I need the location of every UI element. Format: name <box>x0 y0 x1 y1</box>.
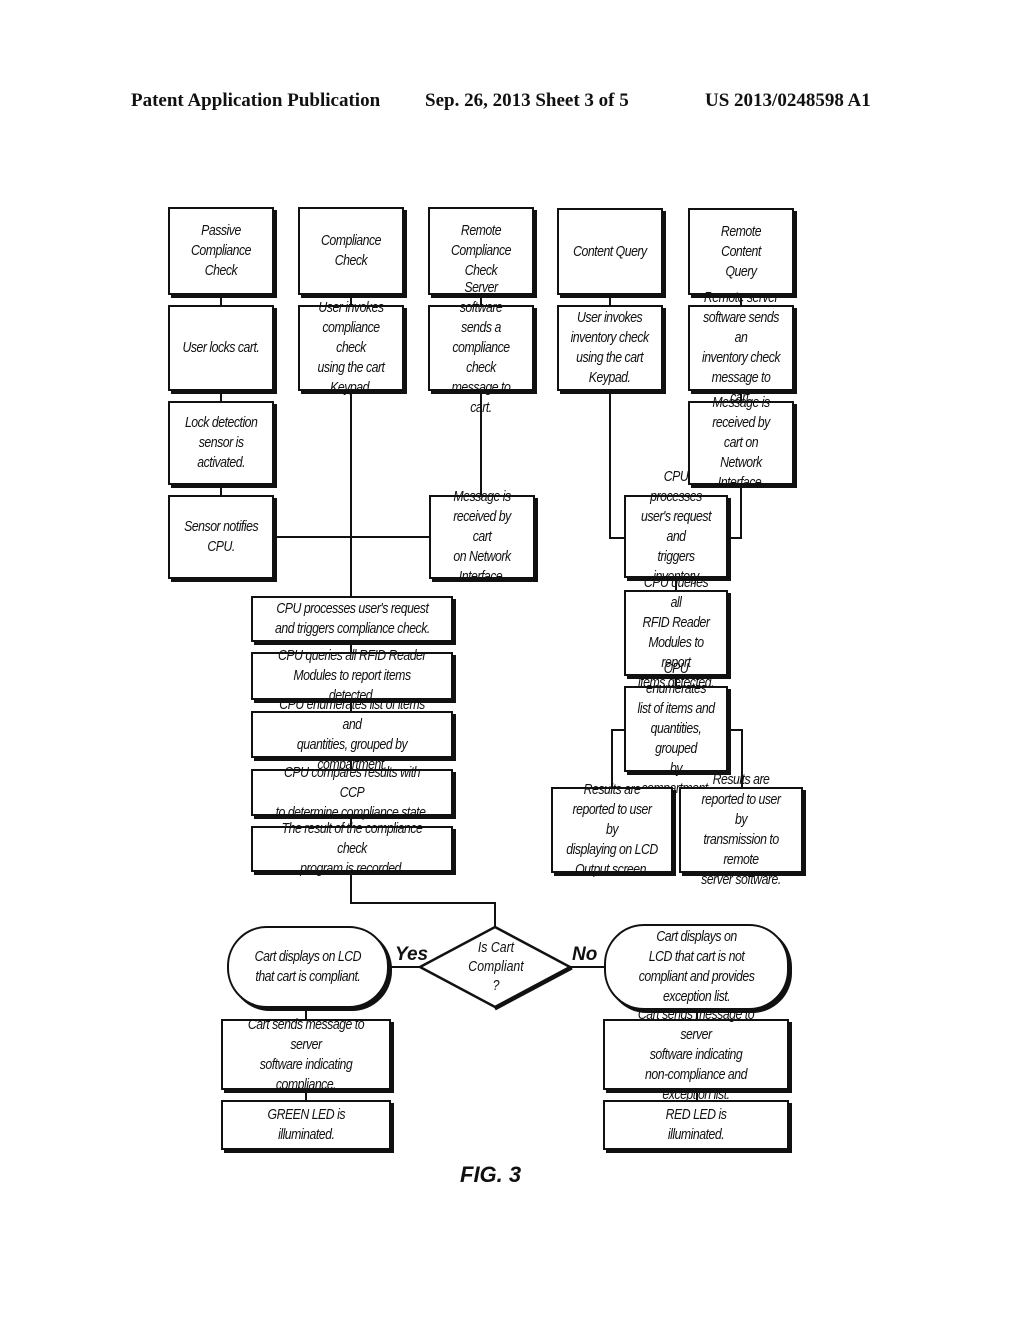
result-recorded-box: The result of the compliance check progr… <box>251 820 453 877</box>
connector-lines <box>220 294 743 1100</box>
results-lcd-box: Results are reported to user by displayi… <box>551 781 673 878</box>
connector <box>350 872 496 927</box>
cpu-compares-ccp-box: CPU compares results with CCP to determi… <box>251 764 453 821</box>
cpu-queries-rfid-box: CPU queries all RFID Reader Modules to r… <box>251 647 453 704</box>
cpu-enumerates-inventory-box: CPU enumerates list of items and quantit… <box>624 660 728 797</box>
compliance-check-box: Compliance Check <box>298 207 404 295</box>
cpu-processes-compliance-box: CPU processes user's request and trigger… <box>251 596 453 642</box>
cart-noncompliant-display-terminal: Cart displays on LCD that cart is not co… <box>604 924 789 1010</box>
cpu-enumerates-box: CPU enumerates list of items and quantit… <box>251 696 453 773</box>
cpu-processes-inventory-box: CPU processes user's request and trigger… <box>624 468 728 605</box>
sensor-notifies-cpu-box: Sensor notifies CPU. <box>168 495 274 579</box>
user-locks-cart-box: User locks cart. <box>168 305 274 391</box>
content-query-box: Content Query <box>557 208 663 295</box>
send-noncompliance-message-box: Cart sends message to server software in… <box>603 1006 789 1103</box>
red-led-box: RED LED is illuminated. <box>603 1100 789 1150</box>
user-invokes-compliance-box: User invokes compliance check using the … <box>298 299 404 396</box>
cart-compliant-display-terminal: Cart displays on LCD that cart is compli… <box>227 926 389 1008</box>
yes-label: Yes <box>395 944 429 965</box>
server-sends-compliance-box: Server software sends a compliance check… <box>428 279 534 416</box>
passive-compliance-check-box: Passive Compliance Check <box>168 207 274 295</box>
figure-label: FIG. 3 <box>460 1162 522 1187</box>
remote-server-sends-inventory-box: Remote server software sends an inventor… <box>688 289 794 406</box>
connector <box>609 390 625 539</box>
lock-detection-box: Lock detection sensor is activated. <box>168 401 274 485</box>
no-label: No <box>572 944 598 965</box>
compliance-message-received-box: Message is received by cart on Network I… <box>429 488 535 585</box>
remote-content-query-box: Remote Content Query <box>688 208 794 295</box>
decision-question: Is Cart Compliant ? <box>468 939 524 994</box>
results-remote-box: Results are reported to user by transmis… <box>679 771 803 888</box>
user-invokes-inventory-box: User invokes inventory check using the c… <box>557 305 663 391</box>
green-led-box: GREEN LED is illuminated. <box>221 1100 391 1150</box>
send-compliance-message-box: Cart sends message to server software in… <box>221 1016 391 1093</box>
